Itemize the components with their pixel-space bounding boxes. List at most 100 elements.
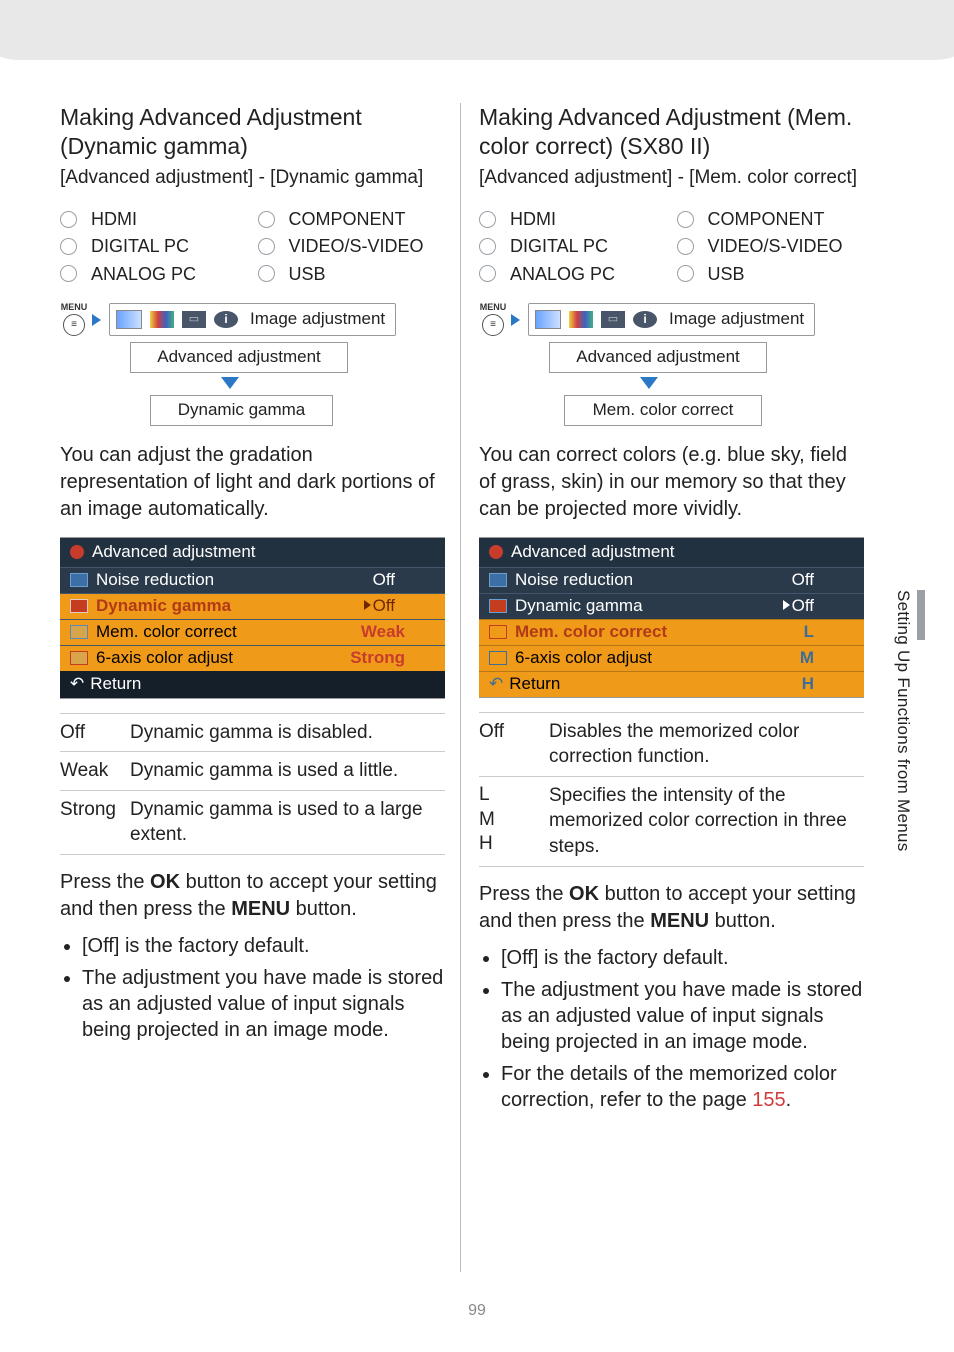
def-val: Disables the memorized color correction …	[549, 719, 864, 770]
menu-item-icon	[489, 625, 507, 639]
menu-title: Advanced adjustment	[92, 541, 256, 564]
menu-item-icon	[70, 599, 88, 613]
tab-icon	[535, 310, 561, 329]
input-label: ANALOG PC	[91, 262, 196, 286]
right-definitions: OffDisables the memorized color correcti…	[479, 712, 864, 867]
menu-item-value: M	[800, 647, 854, 670]
input-label: HDMI	[91, 207, 137, 231]
left-heading: Making Advanced Adjustment (Dynamic gamm…	[60, 103, 445, 161]
tabstrip: ▭ i Image adjustment	[528, 303, 815, 336]
def-val: Dynamic gamma is disabled.	[130, 720, 373, 746]
menu-item-value: Weak	[361, 621, 435, 644]
menu-item-icon	[70, 651, 88, 665]
play-icon	[364, 600, 371, 610]
crumb-top: Image adjustment	[246, 308, 389, 331]
right-after: Press the OK button to accept your setti…	[479, 881, 864, 935]
tab-icon	[116, 310, 142, 329]
left-path: [Advanced adjustment] - [Dynamic gamma]	[60, 165, 445, 191]
menu-title: Advanced adjustment	[511, 541, 675, 564]
radio-icon	[60, 238, 77, 255]
tab-icon: ▭	[601, 311, 625, 328]
crumb-mid: Advanced adjustment	[549, 342, 767, 373]
radio-icon	[677, 265, 694, 282]
header-title: Setting the Image Quality	[656, 57, 884, 83]
right-path: [Advanced adjustment] - [Mem. color corr…	[479, 165, 864, 191]
crumb-top: Image adjustment	[665, 308, 808, 331]
chevron-down-icon	[640, 377, 658, 389]
menu-item-label: Dynamic gamma	[96, 595, 231, 618]
def-key: Weak	[60, 758, 130, 784]
crumb-mid: Advanced adjustment	[130, 342, 348, 373]
info-icon: i	[633, 311, 657, 328]
def-key: L M H	[479, 783, 549, 860]
tabstrip: ▭ i Image adjustment	[109, 303, 396, 336]
left-body: You can adjust the gradation representat…	[60, 442, 445, 523]
note-item: The adjustment you have made is stored a…	[501, 977, 864, 1055]
right-crumbs: MENU≡ ▭ i Image adjustment Advanced adju…	[479, 303, 864, 426]
input-label: HDMI	[510, 207, 556, 231]
bullet-icon	[70, 545, 84, 559]
radio-icon	[677, 238, 694, 255]
menu-item-icon	[70, 573, 88, 587]
input-label: DIGITAL PC	[510, 234, 608, 258]
right-notes: [Off] is the factory default. The adjust…	[479, 945, 864, 1113]
def-key: Strong	[60, 797, 130, 848]
right-column: Making Advanced Adjustment (Mem. color c…	[479, 103, 864, 1272]
chevron-right-icon	[92, 314, 101, 326]
tab-icon	[569, 311, 593, 328]
menu-item-label: Noise reduction	[96, 569, 214, 592]
input-label: COMPONENT	[708, 207, 825, 231]
menu-item-icon	[489, 651, 507, 665]
chevron-right-icon	[511, 314, 520, 326]
page-link[interactable]: 155	[752, 1089, 785, 1111]
right-heading: Making Advanced Adjustment (Mem. color c…	[479, 103, 864, 161]
crumb-bottom: Dynamic gamma	[150, 395, 333, 426]
menu-item-label: Mem. color correct	[515, 621, 667, 644]
menu-item-label: Mem. color correct	[96, 621, 237, 644]
input-label: VIDEO/S-VIDEO	[708, 234, 843, 258]
def-key: Off	[60, 720, 130, 746]
play-icon	[783, 600, 790, 610]
menu-item-label: 6-axis color adjust	[96, 647, 233, 670]
note-item: For the details of the memorized color c…	[501, 1061, 864, 1113]
left-inputs: HDMI DIGITAL PC ANALOG PC COMPONENT VIDE…	[60, 204, 445, 289]
def-key: Off	[479, 719, 549, 770]
menu-icon: MENU≡	[479, 303, 507, 336]
left-after: Press the OK button to accept your setti…	[60, 869, 445, 923]
menu-item-value: Strong	[350, 647, 435, 670]
right-body: You can correct colors (e.g. blue sky, f…	[479, 442, 864, 523]
note-item: [Off] is the factory default.	[501, 945, 864, 971]
radio-icon	[479, 211, 496, 228]
note-item: [Off] is the factory default.	[82, 933, 445, 959]
menu-item-label: Dynamic gamma	[515, 595, 643, 618]
def-val: Specifies the intensity of the memorized…	[549, 783, 864, 860]
menu-item-value: Off	[792, 569, 854, 592]
return-icon: ↶	[489, 673, 503, 696]
menu-item-value: Off	[364, 595, 435, 618]
radio-icon	[258, 265, 275, 282]
left-crumbs: MENU≡ ▭ i Image adjustment Advanced adju…	[60, 303, 445, 426]
input-label: ANALOG PC	[510, 262, 615, 286]
left-notes: [Off] is the factory default. The adjust…	[60, 933, 445, 1043]
crumb-bottom: Mem. color correct	[564, 395, 762, 426]
def-val: Dynamic gamma is used to a large extent.	[130, 797, 445, 848]
left-definitions: OffDynamic gamma is disabled. WeakDynami…	[60, 713, 445, 856]
def-val: Dynamic gamma is used a little.	[130, 758, 398, 784]
radio-icon	[60, 265, 77, 282]
radio-icon	[479, 265, 496, 282]
left-menu-screenshot: Advanced adjustment Noise reduction Off D…	[60, 537, 445, 699]
tab-icon	[150, 311, 174, 328]
menu-item-icon	[489, 573, 507, 587]
right-inputs: HDMI DIGITAL PC ANALOG PC COMPONENT VIDE…	[479, 204, 864, 289]
menu-item-value: Off	[373, 569, 435, 592]
radio-icon	[258, 238, 275, 255]
page-number: 99	[0, 1300, 954, 1322]
input-label: USB	[289, 262, 326, 286]
menu-item-label: Return	[509, 673, 560, 696]
input-label: COMPONENT	[289, 207, 406, 231]
input-label: USB	[708, 262, 745, 286]
menu-item-label: 6-axis color adjust	[515, 647, 652, 670]
input-label: DIGITAL PC	[91, 234, 189, 258]
chevron-down-icon	[221, 377, 239, 389]
menu-item-value: Off	[783, 595, 854, 618]
